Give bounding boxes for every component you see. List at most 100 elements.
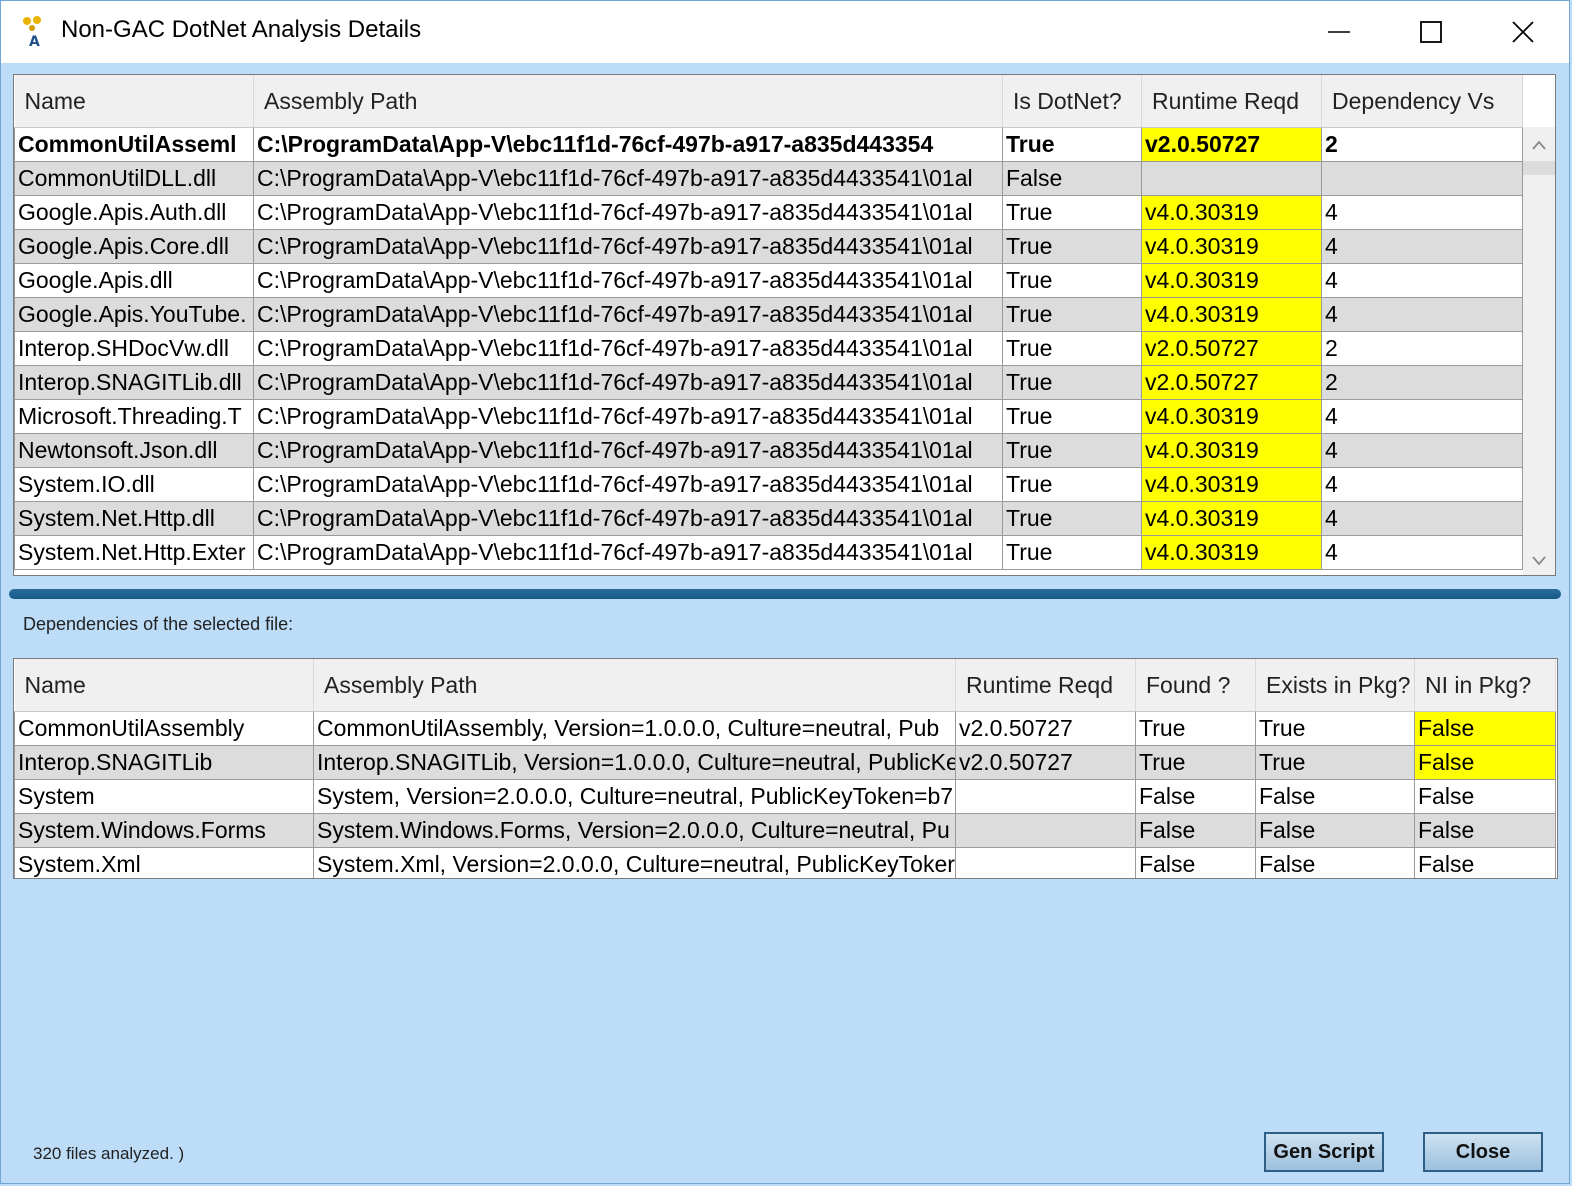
- table-row[interactable]: System.Net.Http.Exter C:\ProgramData\App-…: [14, 535, 1523, 570]
- ni-in-pkg-cell: False: [1414, 711, 1556, 746]
- exists-in-pkg-cell: False: [1255, 779, 1415, 814]
- runtime-reqd-cell: [1141, 161, 1322, 196]
- is-dotnet-cell: True: [1002, 501, 1142, 536]
- runtime-reqd-cell: v2.0.50727: [955, 711, 1136, 746]
- assemblies-grid[interactable]: Name Assembly Path Is DotNet? Runtime Reqd D…: [13, 74, 1556, 576]
- assemblies-table: Name Assembly Path Is DotNet? Runtime Reqd D…: [14, 75, 1523, 570]
- column-header[interactable]: Assembly Path: [253, 75, 1003, 128]
- close-icon: [1512, 21, 1534, 43]
- exists-in-pkg-cell: False: [1255, 847, 1415, 878]
- assembly-path-cell: C:\ProgramData\App-V\ebc11f1d-76cf-497b-…: [253, 331, 1003, 366]
- table-row[interactable]: System.Xml System.Xml, Version=2.0.0.0, C…: [14, 847, 1556, 878]
- column-header[interactable]: Runtime Reqd: [955, 659, 1136, 712]
- runtime-reqd-cell: v4.0.30319: [1141, 501, 1322, 536]
- name-cell: System.Xml: [14, 847, 314, 878]
- minimize-icon: [1328, 31, 1350, 33]
- table-row[interactable]: Google.Apis.Core.dll C:\ProgramData\App-V…: [14, 229, 1523, 264]
- table-row[interactable]: CommonUtilAssembly CommonUtilAssembly, Ve…: [14, 711, 1556, 746]
- found-cell: False: [1135, 847, 1256, 878]
- table-row[interactable]: Google.Apis.Auth.dll C:\ProgramData\App-V…: [14, 195, 1523, 230]
- dependency-vs-cell: 2: [1321, 127, 1523, 162]
- dependency-vs-cell: 4: [1321, 433, 1523, 468]
- table-row[interactable]: System.Windows.Forms System.Windows.Forms…: [14, 813, 1556, 848]
- column-header[interactable]: Exists in Pkg?: [1255, 659, 1415, 712]
- column-header[interactable]: Name: [14, 75, 254, 128]
- column-header[interactable]: Name: [14, 659, 314, 712]
- assemblies-vertical-scrollbar[interactable]: [1523, 127, 1555, 575]
- assembly-path-cell: CommonUtilAssembly, Version=1.0.0.0, Cul…: [313, 711, 956, 746]
- dependencies-grid[interactable]: Name Assembly Path Runtime Reqd Found ? Exis…: [13, 658, 1558, 879]
- assembly-path-cell: C:\ProgramData\App-V\ebc11f1d-76cf-497b-…: [253, 365, 1003, 400]
- runtime-reqd-cell: v2.0.50727: [1141, 331, 1322, 366]
- table-row[interactable]: CommonUtilAsseml C:\ProgramData\App-V\ebc…: [14, 127, 1523, 162]
- column-header[interactable]: Runtime Reqd: [1141, 75, 1322, 128]
- assembly-path-cell: System.Xml, Version=2.0.0.0, Culture=neu…: [313, 847, 956, 878]
- assembly-path-cell: C:\ProgramData\App-V\ebc11f1d-76cf-497b-…: [253, 127, 1003, 162]
- dependency-vs-cell: 2: [1321, 365, 1523, 400]
- is-dotnet-cell: False: [1002, 161, 1142, 196]
- assembly-path-cell: C:\ProgramData\App-V\ebc11f1d-76cf-497b-…: [253, 263, 1003, 298]
- gen-script-button[interactable]: Gen Script: [1264, 1132, 1384, 1172]
- assembly-path-cell: System.Windows.Forms, Version=2.0.0.0, C…: [313, 813, 956, 848]
- pane-splitter[interactable]: [9, 589, 1561, 599]
- maximize-icon: [1420, 21, 1442, 43]
- runtime-reqd-cell: v4.0.30319: [1141, 297, 1322, 332]
- table-row[interactable]: System.Net.Http.dll C:\ProgramData\App-V\…: [14, 501, 1523, 536]
- name-cell: System.Net.Http.Exter: [14, 535, 254, 570]
- assembly-path-cell: C:\ProgramData\App-V\ebc11f1d-76cf-497b-…: [253, 535, 1003, 570]
- close-button[interactable]: Close: [1423, 1132, 1543, 1172]
- column-header[interactable]: Is DotNet?: [1002, 75, 1142, 128]
- assembly-path-cell: Interop.SNAGITLib, Version=1.0.0.0, Cult…: [313, 745, 956, 780]
- table-row[interactable]: Google.Apis.YouTube. C:\ProgramData\App-V…: [14, 297, 1523, 332]
- table-row[interactable]: Interop.SNAGITLib Interop.SNAGITLib, Vers…: [14, 745, 1556, 780]
- dependency-vs-cell: 2: [1321, 331, 1523, 366]
- table-row[interactable]: System.IO.dll C:\ProgramData\App-V\ebc11f…: [14, 467, 1523, 502]
- table-row[interactable]: Microsoft.Threading.T C:\ProgramData\App-…: [14, 399, 1523, 434]
- column-header[interactable]: NI in Pkg?: [1414, 659, 1556, 712]
- column-header[interactable]: Assembly Path: [313, 659, 956, 712]
- title-bar[interactable]: A Non-GAC DotNet Analysis Details: [1, 1, 1569, 63]
- table-row[interactable]: Google.Apis.dll C:\ProgramData\App-V\ebc1…: [14, 263, 1523, 298]
- dependencies-label: Dependencies of the selected file:: [23, 614, 294, 634]
- runtime-reqd-cell: v4.0.30319: [1141, 263, 1322, 298]
- dependency-vs-cell: 4: [1321, 399, 1523, 434]
- runtime-reqd-cell: v4.0.30319: [1141, 399, 1322, 434]
- app-icon: A: [23, 16, 41, 49]
- dependencies-table: Name Assembly Path Runtime Reqd Found ? Exis…: [14, 659, 1556, 878]
- name-cell: System.Net.Http.dll: [14, 501, 254, 536]
- is-dotnet-cell: True: [1002, 399, 1142, 434]
- scrollbar-thumb[interactable]: [1523, 161, 1555, 175]
- assemblies-header-row: Name Assembly Path Is DotNet? Runtime Reqd D…: [14, 75, 1523, 128]
- close-window-button[interactable]: [1477, 1, 1569, 63]
- is-dotnet-cell: True: [1002, 297, 1142, 332]
- runtime-reqd-cell: [955, 847, 1136, 878]
- name-cell: Newtonsoft.Json.dll: [14, 433, 254, 468]
- scroll-down-icon[interactable]: [1531, 555, 1547, 567]
- column-header[interactable]: Dependency Vs: [1321, 75, 1523, 128]
- dependency-vs-cell: 4: [1321, 229, 1523, 264]
- table-row[interactable]: Interop.SNAGITLib.dll C:\ProgramData\App-…: [14, 365, 1523, 400]
- assembly-path-cell: C:\ProgramData\App-V\ebc11f1d-76cf-497b-…: [253, 433, 1003, 468]
- is-dotnet-cell: True: [1002, 365, 1142, 400]
- dependencies-header-row: Name Assembly Path Runtime Reqd Found ? Exis…: [14, 659, 1556, 712]
- runtime-reqd-cell: [955, 779, 1136, 814]
- maximize-button[interactable]: [1385, 1, 1477, 63]
- assembly-path-cell: C:\ProgramData\App-V\ebc11f1d-76cf-497b-…: [253, 161, 1003, 196]
- table-row[interactable]: CommonUtilDLL.dll C:\ProgramData\App-V\eb…: [14, 161, 1523, 196]
- table-row[interactable]: Newtonsoft.Json.dll C:\ProgramData\App-V\…: [14, 433, 1523, 468]
- is-dotnet-cell: True: [1002, 331, 1142, 366]
- column-header[interactable]: Found ?: [1135, 659, 1256, 712]
- name-cell: Interop.SNAGITLib.dll: [14, 365, 254, 400]
- window-title: Non-GAC DotNet Analysis Details: [61, 16, 422, 43]
- is-dotnet-cell: True: [1002, 229, 1142, 264]
- table-row[interactable]: System System, Version=2.0.0.0, Culture=n…: [14, 779, 1556, 814]
- exists-in-pkg-cell: True: [1255, 711, 1415, 746]
- ni-in-pkg-cell: False: [1414, 745, 1556, 780]
- dependency-vs-cell: [1321, 161, 1523, 196]
- runtime-reqd-cell: v4.0.30319: [1141, 467, 1322, 502]
- is-dotnet-cell: True: [1002, 127, 1142, 162]
- table-row[interactable]: Interop.SHDocVw.dll C:\ProgramData\App-V\…: [14, 331, 1523, 366]
- runtime-reqd-cell: [955, 813, 1136, 848]
- scroll-up-icon[interactable]: [1531, 139, 1547, 151]
- minimize-button[interactable]: [1293, 1, 1385, 63]
